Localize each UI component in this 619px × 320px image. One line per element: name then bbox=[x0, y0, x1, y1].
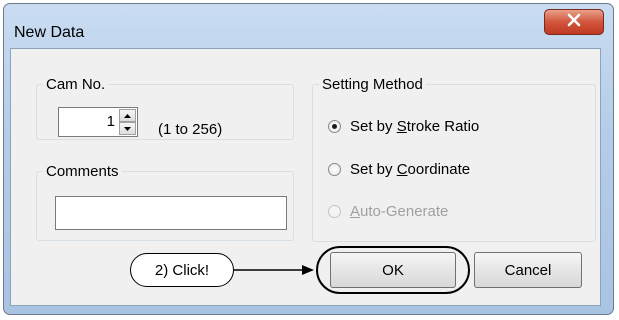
annotation-arrow-icon bbox=[234, 265, 314, 275]
